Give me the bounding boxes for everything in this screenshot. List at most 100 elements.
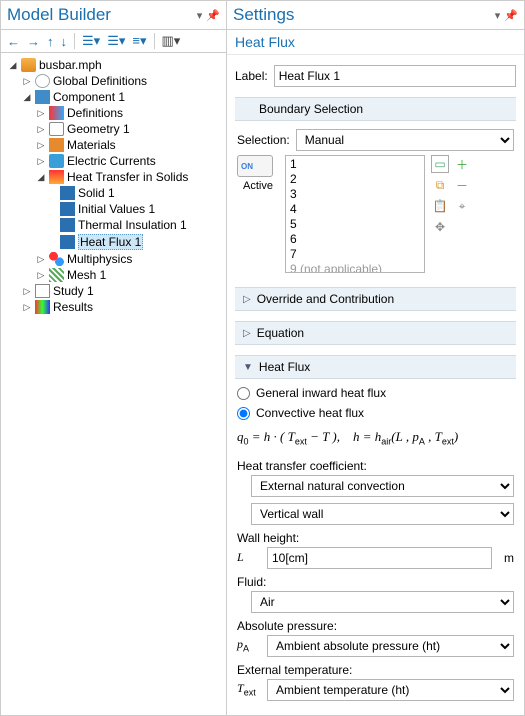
list-item: 6 xyxy=(290,232,420,247)
up-icon[interactable]: ↑ xyxy=(47,34,54,49)
heat-flux-equation: q0 = h · ( Text − T ), h = hair(L , pA ,… xyxy=(237,423,514,453)
model-builder-panel: Model Builder ▾ 📌 ← → ↑ ↓ ☰▾ ☰▾ ≡▾ ▥▾ bu… xyxy=(0,0,227,716)
settings-subtitle: Heat Flux xyxy=(227,30,524,55)
boundary-selection-head[interactable]: Boundary Selection xyxy=(235,97,516,121)
mb-titlebar: Model Builder ▾ 📌 xyxy=(1,1,226,30)
materials-icon xyxy=(49,138,64,152)
study-icon xyxy=(35,284,50,298)
down-icon[interactable]: ↓ xyxy=(61,34,68,49)
ext-temp-sym: Text xyxy=(237,681,261,697)
forward-icon[interactable]: → xyxy=(27,34,40,49)
solid-icon xyxy=(60,186,75,200)
heat-transfer-coef-combo[interactable]: External natural convection xyxy=(251,475,514,497)
tree-thermal-insulation: Thermal Insulation 1 xyxy=(78,218,187,232)
ivals-icon xyxy=(60,202,75,216)
ext-temp-combo[interactable]: Ambient temperature (ht) xyxy=(267,679,514,701)
collapse-icon[interactable]: ☰▾ xyxy=(107,33,125,49)
file-icon xyxy=(21,58,36,72)
wall-height-label: Wall height: xyxy=(237,531,514,545)
override-head[interactable]: Override and Contribution xyxy=(235,287,516,311)
selection-label: Selection: xyxy=(237,133,290,147)
tree-results: Results xyxy=(53,300,93,314)
list-icon[interactable]: ≡▾ xyxy=(132,33,146,49)
equation-head[interactable]: Equation xyxy=(235,321,516,345)
tree-materials: Materials xyxy=(67,138,116,152)
expand-icon[interactable]: ☰▾ xyxy=(82,33,100,49)
list-item: 7 xyxy=(290,247,420,262)
list-item: 1 xyxy=(290,157,420,172)
paste-icon[interactable]: 📋 xyxy=(431,197,449,215)
radio-general-label: General inward heat flux xyxy=(256,386,386,400)
radio-convective-label: Convective heat flux xyxy=(256,406,364,420)
panel-menu-icon[interactable]: ▾ xyxy=(495,9,501,22)
back-icon[interactable]: ← xyxy=(7,34,20,49)
wall-type-combo[interactable]: Vertical wall xyxy=(251,503,514,525)
selection-combo[interactable]: Manual xyxy=(296,129,514,151)
defs-icon xyxy=(49,106,64,120)
coef-label: Heat transfer coefficient: xyxy=(237,459,514,473)
list-item: 2 xyxy=(290,172,420,187)
remove-icon[interactable]: － xyxy=(453,176,471,194)
tree-initial-values: Initial Values 1 xyxy=(78,202,155,216)
tree-mesh: Mesh 1 xyxy=(67,268,106,282)
panel-pin-icon[interactable]: 📌 xyxy=(504,9,518,22)
tree-global-defs: Global Definitions xyxy=(53,74,147,88)
hf-icon xyxy=(60,235,75,249)
settings-title: Settings xyxy=(233,5,294,25)
model-tree[interactable]: busbar.mph Global Definitions Component … xyxy=(1,53,226,319)
tree-definitions: Definitions xyxy=(67,106,123,120)
chevron-right-icon xyxy=(243,294,251,305)
heat-flux-head[interactable]: Heat Flux xyxy=(235,355,516,379)
move-icon[interactable]: ✥ xyxy=(431,218,449,236)
tins-icon xyxy=(60,218,75,232)
component-icon xyxy=(35,90,50,104)
abs-pressure-label: Absolute pressure: xyxy=(237,619,514,633)
tree-geometry: Geometry 1 xyxy=(67,122,130,136)
heat-icon xyxy=(49,170,64,184)
radio-general[interactable] xyxy=(237,387,250,400)
list-item: 4 xyxy=(290,202,420,217)
wall-height-input[interactable] xyxy=(267,547,492,569)
zoom-sel-icon[interactable]: ⌖ xyxy=(453,197,471,215)
list-item: 5 xyxy=(290,217,420,232)
multi-icon xyxy=(49,252,64,266)
abs-pressure-combo[interactable]: Ambient absolute pressure (ht) xyxy=(267,635,514,657)
pin-icon[interactable]: 📌 xyxy=(206,9,220,22)
mb-toolbar: ← → ↑ ↓ ☰▾ ☰▾ ≡▾ ▥▾ xyxy=(1,30,226,53)
tree-component: Component 1 xyxy=(53,90,125,104)
label-input[interactable] xyxy=(274,65,516,87)
tree-solid: Solid 1 xyxy=(78,186,115,200)
toggle-view-icon[interactable]: ▭ xyxy=(431,155,449,173)
geometry-icon xyxy=(49,122,64,136)
wall-height-unit: m xyxy=(504,551,514,565)
section-title: Equation xyxy=(257,326,304,340)
dropdown-icon[interactable]: ▾ xyxy=(197,9,203,22)
fluid-combo[interactable]: Air xyxy=(251,591,514,613)
label-prompt: Label: xyxy=(235,69,268,83)
abs-pressure-sym: pA xyxy=(237,637,261,653)
copy-icon[interactable]: ⧉ xyxy=(431,176,449,194)
ext-temp-label: External temperature: xyxy=(237,663,514,677)
tree-multiphysics: Multiphysics xyxy=(67,252,132,266)
section-title: Override and Contribution xyxy=(257,292,394,306)
view-icon[interactable]: ▥▾ xyxy=(162,33,181,49)
add-icon[interactable]: ＋ xyxy=(453,155,471,173)
mb-title: Model Builder xyxy=(7,5,111,25)
chevron-right-icon xyxy=(243,328,251,339)
list-item-na: 9 (not applicable) xyxy=(290,262,420,273)
tree-study: Study 1 xyxy=(53,284,94,298)
tree-heat-transfer: Heat Transfer in Solids xyxy=(67,170,188,184)
radio-convective[interactable] xyxy=(237,407,250,420)
ec-icon xyxy=(49,154,64,168)
active-toggle[interactable]: ON xyxy=(237,155,273,177)
section-title: Heat Flux xyxy=(259,360,310,374)
list-item: 3 xyxy=(290,187,420,202)
fluid-label: Fluid: xyxy=(237,575,514,589)
settings-panel: Settings ▾ 📌 Heat Flux Label: Boundary S… xyxy=(227,0,525,716)
list-toolbar: ▭ ＋ ⧉ － 📋 ⌖ ✥ xyxy=(431,155,471,236)
section-title: Boundary Selection xyxy=(259,102,363,116)
globe-icon xyxy=(35,74,50,88)
chevron-down-icon xyxy=(243,362,253,373)
mesh-icon xyxy=(49,268,64,282)
boundary-listbox[interactable]: 1 2 3 4 5 6 7 9 (not applicable) xyxy=(285,155,425,273)
